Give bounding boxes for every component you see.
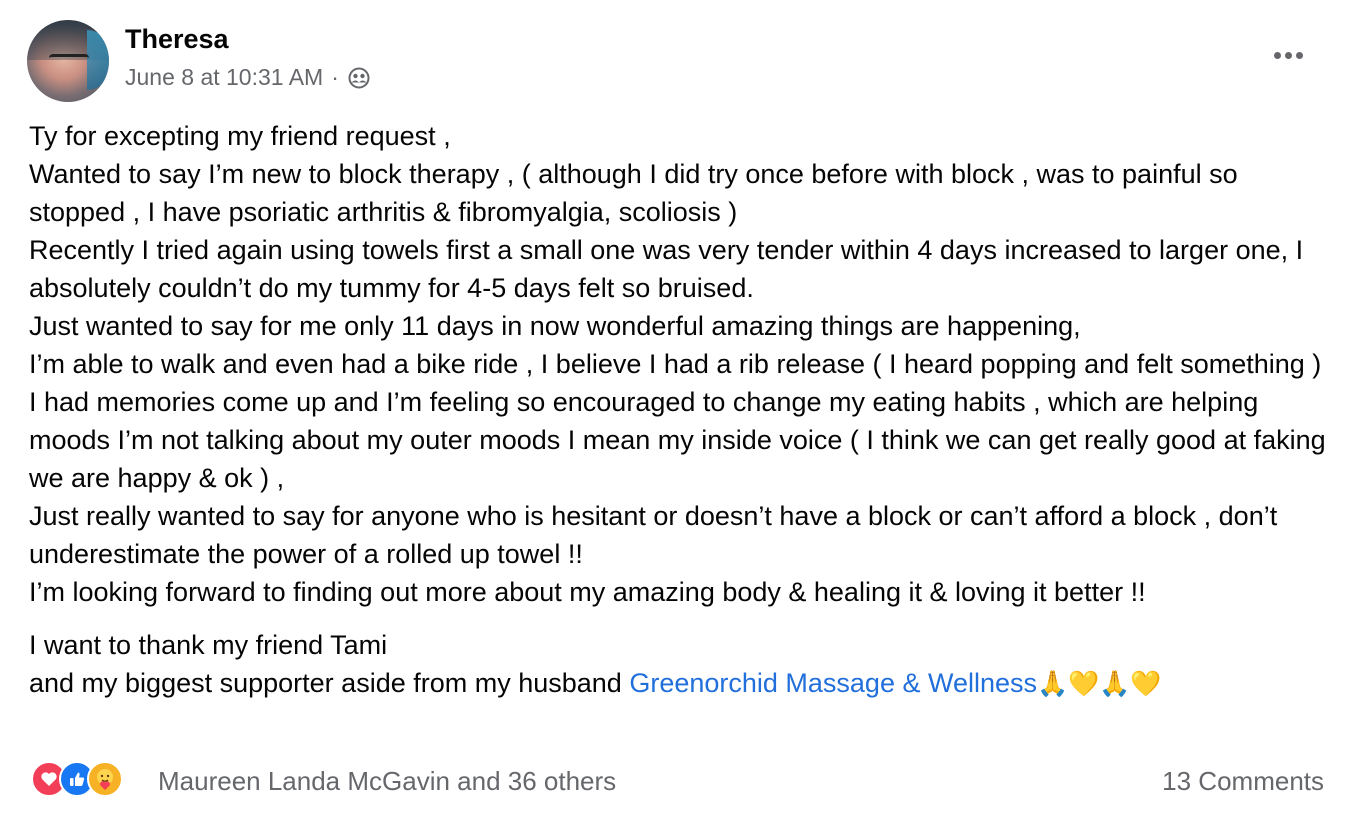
thanks-line: I want to thank my friend Tami [29,630,388,660]
friends-icon[interactable] [347,66,371,90]
more-dot [1273,51,1281,59]
avatar-glasses [49,54,89,65]
body-line: Wanted to say I’m new to block therapy ,… [29,159,1238,227]
post-meta: June 8 at 10:31 AM · [125,64,371,91]
body-line: Just wanted to say for me only 11 days i… [29,311,1081,341]
care-reaction-icon [87,761,123,797]
body-line: I had memories come up and I’m feeling s… [29,387,1326,493]
body-line: Just really wanted to say for anyone who… [29,501,1278,569]
more-options-icon[interactable] [1266,40,1310,70]
comments-count[interactable]: 13 Comments [1162,766,1324,797]
author-name[interactable]: Theresa [125,24,229,55]
avatar-background [87,30,109,90]
more-dot [1284,51,1292,59]
body-line: I’m able to walk and even had a bike rid… [29,349,1322,379]
reaction-icons[interactable] [31,761,123,797]
more-dot [1295,51,1303,59]
facebook-post: Theresa June 8 at 10:31 AM · Ty for exce… [0,0,1348,818]
post-timestamp[interactable]: June 8 at 10:31 AM [125,64,323,91]
emoji-sequence: 🙏💛🙏💛 [1037,670,1162,698]
supporter-prefix: and my biggest supporter aside from my h… [29,668,630,698]
post-body: Ty for excepting my friend request , Wan… [29,117,1329,703]
reaction-names[interactable]: Maureen Landa McGavin and 36 others [158,766,616,797]
body-line: Ty for excepting my friend request , [29,121,451,151]
body-line: Recently I tried again using towels firs… [29,235,1304,303]
body-line: I’m looking forward to finding out more … [29,577,1146,607]
page-mention-link[interactable]: Greenorchid Massage & Wellness [629,668,1037,698]
avatar[interactable] [27,20,109,102]
meta-separator: · [331,64,339,90]
supporter-line: and my biggest supporter aside from my h… [29,664,1329,703]
